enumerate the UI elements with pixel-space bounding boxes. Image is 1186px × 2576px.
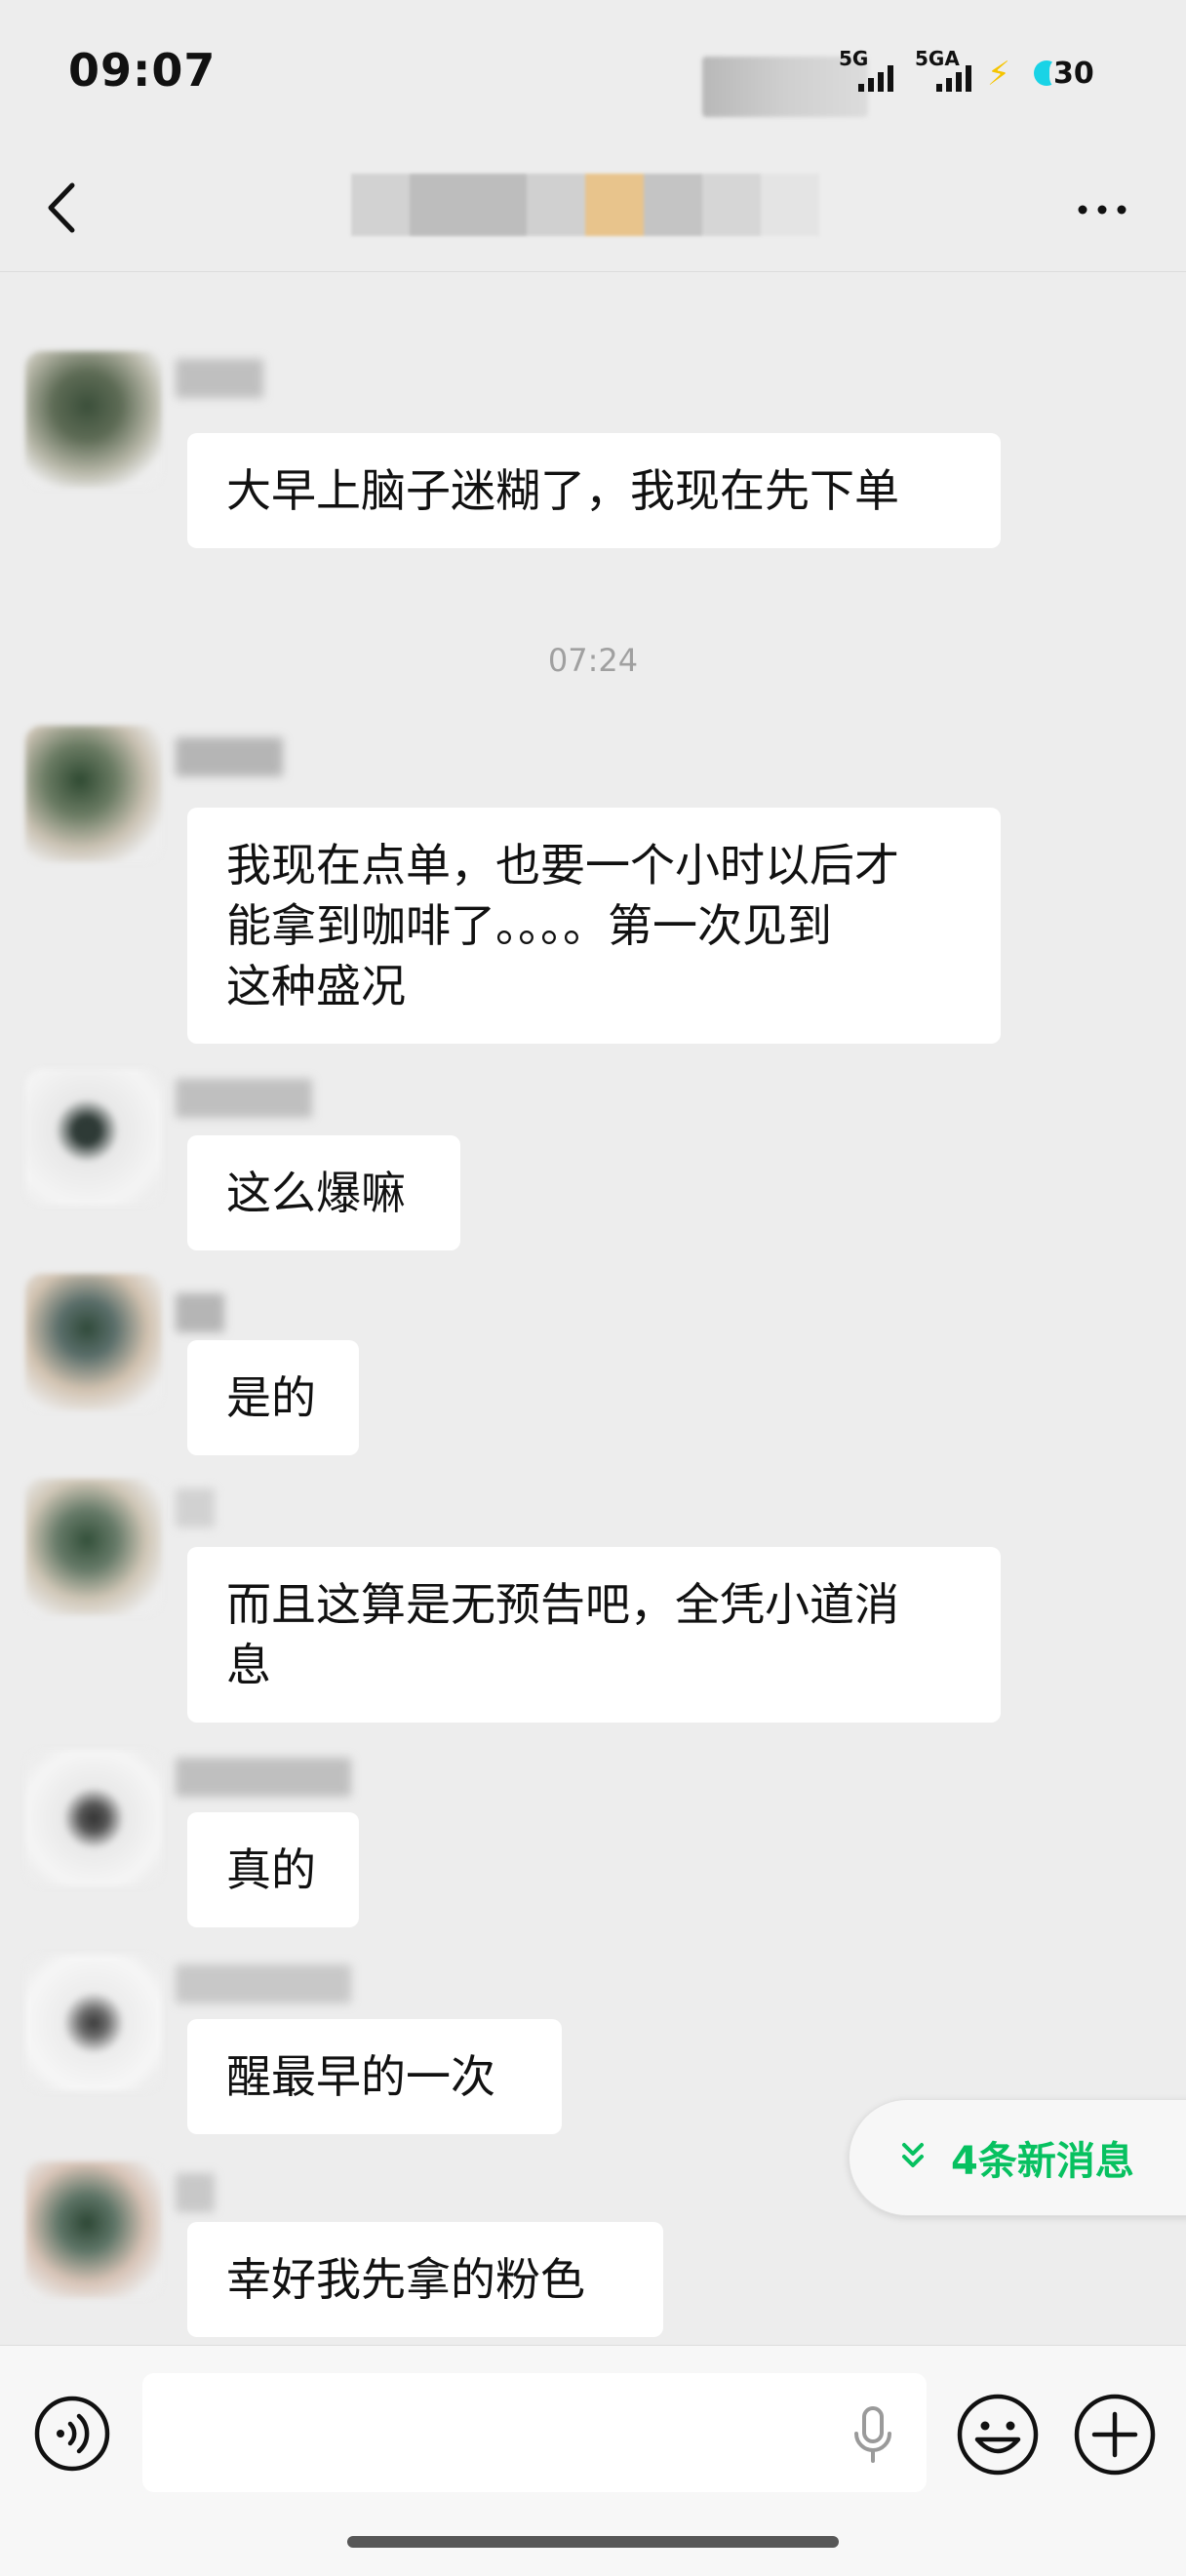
avatar[interactable] [25, 1750, 162, 1886]
avatar[interactable] [25, 726, 162, 862]
status-time: 09:07 [68, 44, 217, 97]
message-bubble[interactable]: 我现在点单，也要一个小时以后才 能拿到咖啡了。。。。第一次见到 这种盛况 [187, 808, 1001, 1044]
avatar[interactable] [25, 1479, 162, 1615]
message-bubble[interactable]: 是的 [187, 1340, 359, 1455]
charging-icon: ⚡ [987, 55, 1010, 94]
avatar[interactable] [25, 351, 162, 488]
message-bubble[interactable]: 幸好我先拿的粉色 [187, 2222, 663, 2337]
battery-level: 30 [1049, 57, 1098, 91]
avatar[interactable] [25, 1274, 162, 1410]
avatar[interactable] [25, 1955, 162, 2091]
sender-name [176, 2173, 215, 2212]
double-chevron-down-icon [902, 2143, 924, 2167]
sender-name [176, 1758, 351, 1797]
back-icon[interactable] [39, 174, 88, 242]
avatar[interactable] [25, 2161, 162, 2298]
chat-title [351, 174, 819, 236]
new-messages-label: 4条新消息 [951, 2139, 1134, 2184]
message-bubble[interactable]: 大早上脑子迷糊了，我现在先下单 [187, 433, 1001, 548]
emoji-icon[interactable] [956, 2393, 1040, 2477]
new-messages-button[interactable]: 4条新消息 [849, 2099, 1186, 2216]
home-indicator[interactable] [347, 2536, 839, 2548]
battery-indicator: 30 [1034, 55, 1104, 92]
message-bubble[interactable]: 醒最早的一次 [187, 2019, 562, 2134]
mic-icon[interactable] [849, 2404, 897, 2467]
sender-name [176, 737, 283, 776]
message-input[interactable] [142, 2373, 927, 2492]
status-bar: 09:07 5G 5GA ⚡ 30 [0, 0, 1186, 146]
message-bubble[interactable]: 这么爆嘛 [187, 1135, 460, 1250]
chat-header [0, 146, 1186, 272]
sender-name [176, 1964, 351, 2003]
avatar[interactable] [25, 1069, 162, 1206]
sender-name [176, 1293, 224, 1332]
sender-name [176, 1488, 215, 1527]
plus-icon[interactable] [1073, 2393, 1157, 2477]
more-icon[interactable] [1073, 195, 1131, 224]
voice-icon[interactable] [33, 2395, 111, 2473]
sender-name [176, 359, 263, 398]
message-bubble[interactable]: 真的 [187, 1812, 359, 1927]
message-timestamp: 07:24 [547, 642, 639, 679]
sender-name [176, 1079, 312, 1118]
message-bubble[interactable]: 而且这算是无预告吧，全凭小道消 息 [187, 1547, 1001, 1723]
